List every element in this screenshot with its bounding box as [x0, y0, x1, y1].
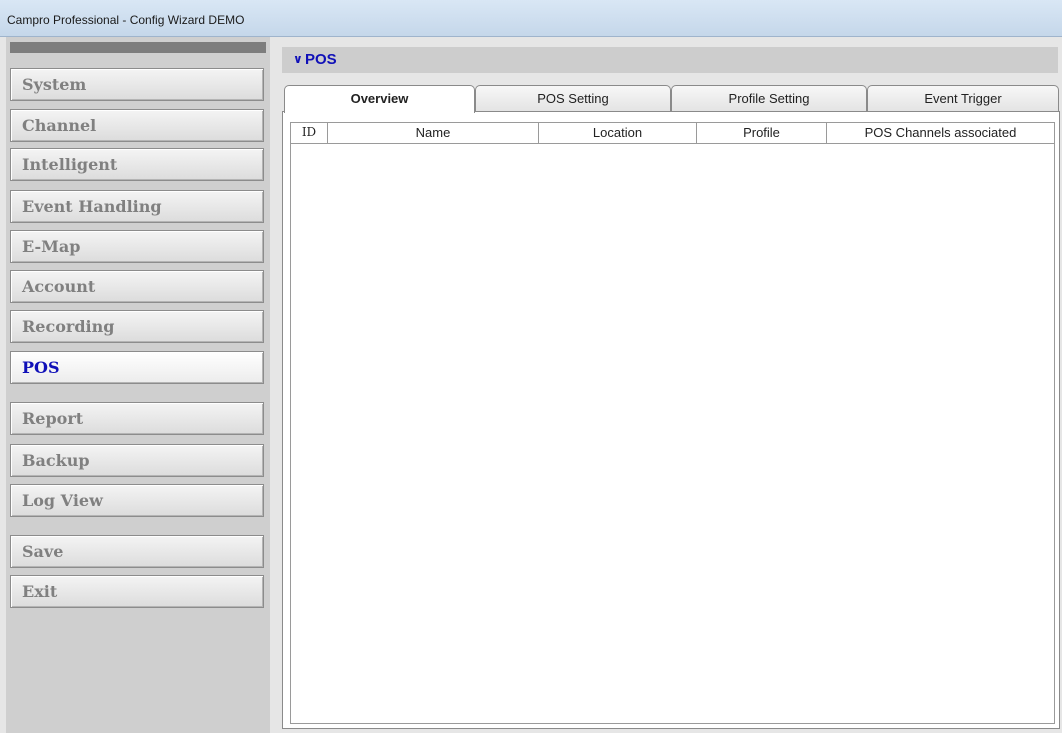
- sidebar-item-log-view[interactable]: Log View: [10, 484, 264, 517]
- sidebar-item-pos[interactable]: POS: [10, 351, 264, 384]
- tab-overview[interactable]: Overview: [284, 85, 475, 113]
- sidebar-item-channel[interactable]: Channel: [10, 109, 264, 142]
- pos-chevrons-icon: ∨: [293, 52, 303, 66]
- sidebar-item-report[interactable]: Report: [10, 402, 264, 435]
- section-title: POS: [305, 51, 337, 68]
- window-titlebar: Campro Professional - Config Wizard DEMO: [0, 0, 1062, 37]
- section-header: ∨ POS: [282, 47, 1058, 73]
- column-header-name[interactable]: Name: [328, 123, 539, 143]
- pos-table[interactable]: ID Name Location Profile POS Channels as…: [290, 122, 1055, 724]
- sidebar-item-event-handling[interactable]: Event Handling: [10, 190, 264, 223]
- tab-pos-setting[interactable]: POS Setting: [475, 85, 671, 112]
- sidebar-item-recording[interactable]: Recording: [10, 310, 264, 343]
- column-header-id[interactable]: ID: [291, 123, 328, 143]
- column-header-profile[interactable]: Profile: [697, 123, 827, 143]
- sidebar: System Channel Intelligent Event Handlin…: [6, 37, 270, 733]
- tab-event-trigger[interactable]: Event Trigger: [867, 85, 1059, 112]
- save-button[interactable]: Save: [10, 535, 264, 568]
- sidebar-item-intelligent[interactable]: Intelligent: [10, 148, 264, 181]
- column-header-pos-channels[interactable]: POS Channels associated: [827, 123, 1054, 143]
- column-header-location[interactable]: Location: [539, 123, 697, 143]
- tab-profile-setting[interactable]: Profile Setting: [671, 85, 867, 112]
- overview-tab-panel: ID Name Location Profile POS Channels as…: [282, 111, 1060, 729]
- sidebar-item-system[interactable]: System: [10, 68, 264, 101]
- sidebar-item-e-map[interactable]: E-Map: [10, 230, 264, 263]
- sidebar-top-bar: [10, 42, 266, 53]
- exit-button[interactable]: Exit: [10, 575, 264, 608]
- window-title: Campro Professional - Config Wizard DEMO: [7, 13, 245, 27]
- sidebar-item-account[interactable]: Account: [10, 270, 264, 303]
- table-header: ID Name Location Profile POS Channels as…: [291, 123, 1054, 144]
- main-panel: ∨ POS Overview POS Setting Profile Setti…: [278, 37, 1062, 733]
- sidebar-item-backup[interactable]: Backup: [10, 444, 264, 477]
